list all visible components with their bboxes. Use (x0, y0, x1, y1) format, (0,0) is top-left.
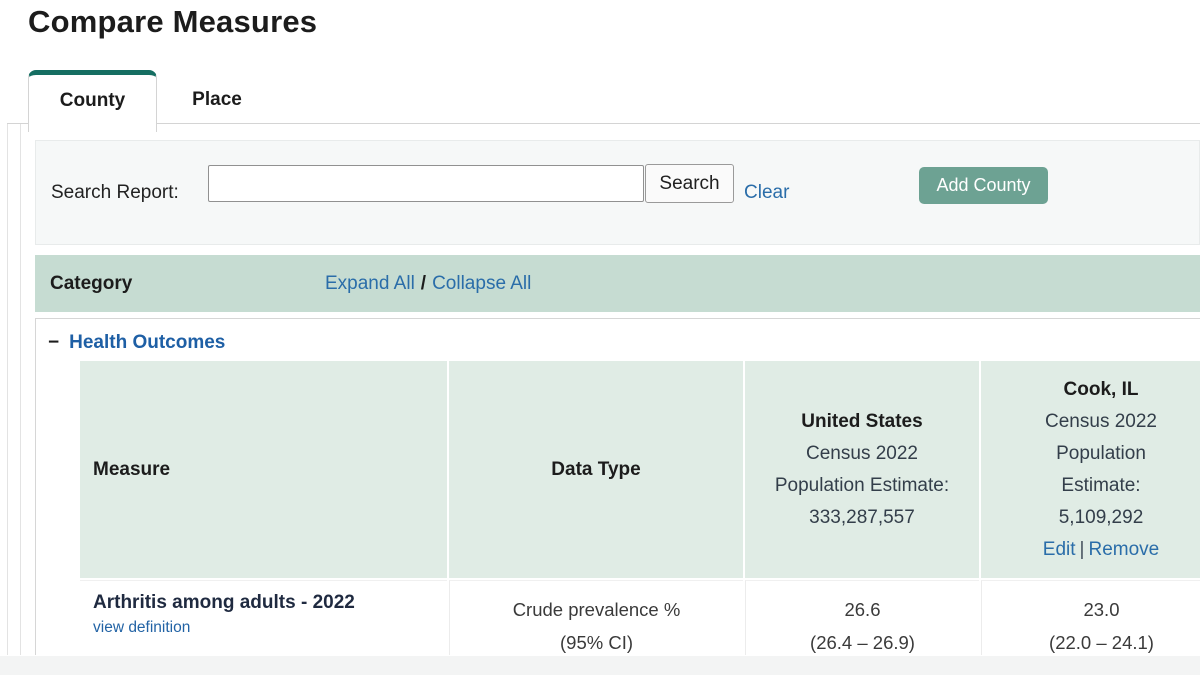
expand-all-link[interactable]: Expand All (325, 273, 415, 295)
compare-measures-table: Measure Data Type United States Census 2… (80, 361, 1200, 655)
category-label: Category (50, 255, 132, 312)
us-value-cell: 26.6 (26.4 – 26.9) (745, 580, 979, 655)
panel-inner-border (20, 124, 21, 655)
tab-county-label: County (60, 90, 125, 132)
health-outcomes-section: − Health Outcomes Measure Data Type Unit… (35, 318, 1200, 655)
search-report-input[interactable] (208, 165, 644, 202)
us-population-value: 333,287,557 (809, 502, 915, 534)
cook-il-column-header: Cook, IL Census 2022 Population Estimate… (981, 361, 1200, 578)
expand-collapse-separator: / (421, 273, 426, 295)
cook-value-cell: 23.0 (22.0 – 24.1) (981, 580, 1200, 655)
table-header-row: Measure Data Type United States Census 2… (80, 361, 1200, 578)
clear-link[interactable]: Clear (744, 141, 789, 244)
cook-population-value: 5,109,292 (1059, 502, 1144, 534)
cook-value: 23.0 (1083, 593, 1119, 626)
search-report-panel: Search Report: Search Clear Add County (35, 140, 1200, 245)
page-bottom-strip (0, 656, 1200, 675)
page-title: Compare Measures (28, 4, 317, 40)
add-county-button[interactable]: Add County (919, 167, 1048, 204)
tab-county[interactable]: County (28, 70, 157, 132)
cook-population-label-2: Estimate: (1061, 470, 1140, 502)
search-report-label: Search Report: (51, 141, 179, 244)
health-outcomes-link[interactable]: Health Outcomes (69, 332, 225, 354)
data-type-column-header: Data Type (449, 361, 743, 578)
united-states-column-header: United States Census 2022 Population Est… (745, 361, 979, 578)
us-confidence-interval: (26.4 – 26.9) (810, 626, 915, 655)
data-type-line-2: (95% CI) (560, 626, 633, 655)
us-column-name: United States (801, 406, 922, 438)
collapse-all-link[interactable]: Collapse All (432, 273, 531, 295)
expand-collapse-controls: Expand All / Collapse All (325, 255, 531, 312)
data-type-cell: Crude prevalence % (95% CI) (449, 580, 743, 655)
us-value: 26.6 (844, 593, 880, 626)
cook-column-actions: Edit|Remove (1043, 534, 1159, 566)
tab-bar-divider (7, 123, 1200, 124)
edit-remove-separator: | (1076, 539, 1089, 560)
cook-column-name: Cook, IL (1064, 374, 1139, 406)
panel-outer-border (7, 124, 8, 655)
measure-column-header: Measure (80, 361, 447, 578)
data-type-line-1: Crude prevalence % (513, 593, 681, 626)
us-census-line: Census 2022 (806, 438, 918, 470)
table-row: Arthritis among adults - 2022 view defin… (80, 580, 1200, 655)
collapse-minus-icon[interactable]: − (48, 332, 59, 354)
measure-cell: Arthritis among adults - 2022 view defin… (80, 580, 447, 655)
cook-confidence-interval: (22.0 – 24.1) (1049, 626, 1154, 655)
view-definition-link[interactable]: view definition (93, 619, 190, 637)
measure-name: Arthritis among adults - 2022 (93, 592, 447, 614)
section-header-row: − Health Outcomes (36, 319, 1200, 354)
tab-place-label: Place (192, 89, 242, 111)
search-button[interactable]: Search (645, 164, 734, 203)
category-header-bar: Category Expand All / Collapse All (35, 255, 1200, 312)
us-population-label: Population Estimate: (775, 470, 949, 502)
cook-population-label-1: Population (1056, 438, 1146, 470)
cook-census-line: Census 2022 (1045, 406, 1157, 438)
compare-measures-page: Compare Measures County Place Search Rep… (0, 0, 1200, 675)
edit-county-link[interactable]: Edit (1043, 539, 1076, 560)
remove-county-link[interactable]: Remove (1088, 539, 1159, 560)
tab-place[interactable]: Place (157, 77, 277, 123)
